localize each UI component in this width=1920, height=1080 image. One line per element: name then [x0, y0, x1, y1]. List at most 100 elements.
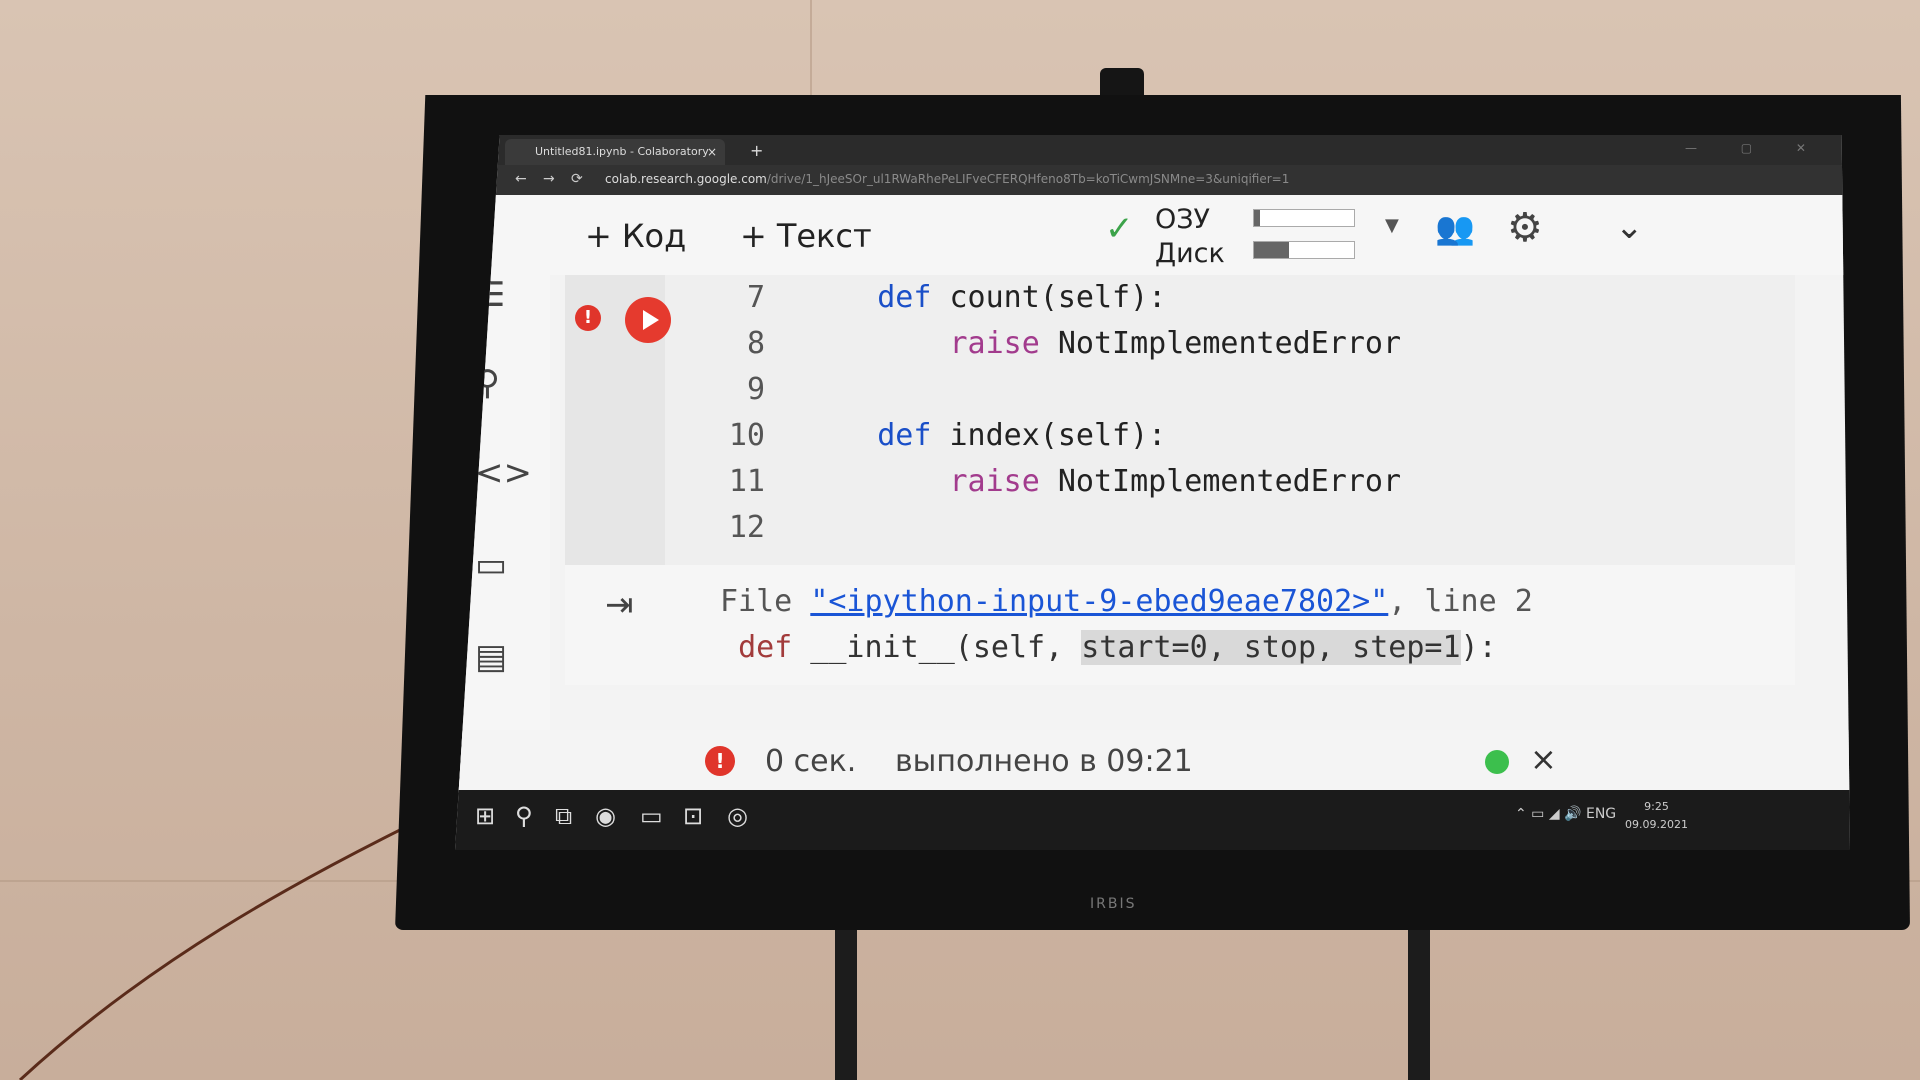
- def-signature: __init__(self,: [792, 630, 1082, 665]
- run-cell-button[interactable]: [625, 297, 671, 343]
- browser-tab-strip: Untitled81.ipynb - Colaboratory × + — ▢ …: [455, 135, 1850, 165]
- windows-start-icon[interactable]: ⊞: [475, 802, 495, 830]
- traceback-code-line: def __init__(self, start=0, stop, step=1…: [720, 625, 1533, 671]
- resource-bars[interactable]: [1253, 209, 1355, 273]
- disk-bar: [1253, 241, 1355, 259]
- resources-dropdown-icon[interactable]: ▼: [1385, 215, 1399, 236]
- new-tab-button[interactable]: +: [750, 141, 763, 160]
- code-text: index(self):: [931, 418, 1167, 453]
- connection-status-dot: [1485, 750, 1509, 774]
- chevron-down-icon[interactable]: ⌄: [1615, 207, 1644, 247]
- share-people-icon[interactable]: 👥: [1435, 209, 1475, 247]
- ram-label: ОЗУ: [1155, 204, 1211, 235]
- file-suffix: , line 2: [1388, 584, 1533, 619]
- tv-brand-logo: IRBIS: [1090, 896, 1137, 912]
- files-folder-icon[interactable]: ▭: [475, 545, 507, 585]
- traceback-text: File "<ipython-input-9-ebed9eae7802>", l…: [720, 579, 1533, 671]
- line-number: 8: [746, 326, 765, 361]
- traceback-file-link[interactable]: "<ipython-input-9-ebed9eae7802>": [810, 584, 1388, 619]
- tab-close-button[interactable]: ×: [707, 139, 717, 165]
- code-snippets-icon[interactable]: <>: [475, 453, 532, 493]
- highlighted-args: start=0, stop, step=1: [1081, 630, 1461, 665]
- tv-stand-leg: [1408, 920, 1430, 1080]
- line-number: 9: [746, 372, 765, 407]
- code-cell[interactable]: ! 7 def count(self): 8 raise NotImplemen…: [565, 275, 1795, 565]
- url-path: /drive/1_hJeeSOr_ul1RWaRhePeLIFveCFERQHf…: [766, 172, 1290, 186]
- keyword: raise: [949, 464, 1040, 499]
- colab-toolbar: + Код + Текст ✓ ОЗУ Диск ▼ 👥 ⚙ ⌄: [455, 195, 1850, 275]
- windows-taskbar: ⊞ ⚲ ⧉ ◉ ▭ ⊡ ◎ ⌃ ▭ ◢ 🔊 ENG 9:25 09.09.202…: [455, 790, 1850, 850]
- code-line: 8 raise NotImplementedError: [705, 321, 1401, 367]
- language-indicator[interactable]: ENG: [1586, 806, 1616, 822]
- def-keyword: def: [738, 630, 793, 665]
- line-number: 12: [728, 510, 765, 545]
- back-icon[interactable]: ←: [515, 171, 527, 187]
- line-number: 10: [728, 418, 765, 453]
- forward-icon[interactable]: →: [543, 171, 555, 187]
- connected-check-icon: ✓: [1105, 209, 1134, 249]
- execution-status-bar: ! 0 сек. выполнено в 09:21 ×: [455, 730, 1850, 790]
- system-tray[interactable]: ⌃ ▭ ◢ 🔊 ENG: [1515, 806, 1616, 822]
- ram-bar: [1253, 209, 1355, 227]
- url-field[interactable]: colab.research.google.com/drive/1_hJeeSO…: [605, 172, 1289, 186]
- keyword: def: [877, 280, 932, 315]
- cell-output: ⇥ File "<ipython-input-9-ebed9eae7802>",…: [565, 565, 1795, 685]
- code-text: count(self):: [931, 280, 1167, 315]
- def-end: ):: [1460, 630, 1497, 665]
- execution-duration: 0 сек.: [765, 744, 857, 779]
- file-explorer-icon[interactable]: ▭: [640, 802, 663, 830]
- status-error-badge: !: [705, 746, 735, 776]
- store-icon[interactable]: ⊡: [683, 802, 703, 830]
- add-text-label: Текст: [776, 217, 872, 255]
- plus-icon: +: [585, 217, 612, 255]
- edge-browser-icon[interactable]: ◉: [595, 802, 616, 830]
- address-bar: ← → ⟳ colab.research.google.com/drive/1_…: [455, 165, 1850, 195]
- chrome-icon[interactable]: ◎: [727, 802, 748, 830]
- file-prefix: File: [720, 584, 811, 619]
- tab-title: Untitled81.ipynb - Colaboratory: [535, 145, 709, 158]
- clear-output-icon[interactable]: ⇥: [605, 585, 634, 625]
- error-badge: !: [575, 305, 601, 331]
- screen: Untitled81.ipynb - Colaboratory × + — ▢ …: [455, 135, 1850, 850]
- execution-completed-time: выполнено в 09:21: [895, 744, 1193, 779]
- line-number: 7: [746, 280, 765, 315]
- add-text-button[interactable]: + Текст: [740, 217, 872, 255]
- ram-bar-fill: [1254, 210, 1260, 226]
- window-controls[interactable]: — ▢ ✕: [1685, 141, 1826, 155]
- code-text: NotImplementedError: [1039, 326, 1402, 361]
- code-text: NotImplementedError: [1039, 464, 1402, 499]
- code-editor[interactable]: 7 def count(self): 8 raise NotImplemente…: [705, 275, 1401, 551]
- url-host: colab.research.google.com: [605, 172, 767, 186]
- plus-icon: +: [740, 217, 767, 255]
- line-number: 11: [728, 464, 765, 499]
- taskbar-search-icon[interactable]: ⚲: [515, 802, 533, 830]
- browser-tab[interactable]: Untitled81.ipynb - Colaboratory ×: [505, 139, 725, 165]
- code-line: 10 def index(self):: [705, 413, 1401, 459]
- code-line: 12: [705, 505, 1401, 551]
- gear-icon[interactable]: ⚙: [1507, 205, 1543, 251]
- resource-labels[interactable]: ОЗУ Диск: [1155, 203, 1225, 271]
- add-code-button[interactable]: + Код: [585, 217, 686, 255]
- taskbar-clock[interactable]: 9:25 09.09.2021: [1625, 798, 1688, 834]
- task-view-icon[interactable]: ⧉: [555, 802, 572, 830]
- close-status-button[interactable]: ×: [1530, 740, 1557, 778]
- clock-date: 09.09.2021: [1625, 818, 1688, 831]
- clock-time: 9:25: [1644, 800, 1669, 813]
- traceback-file-line: File "<ipython-input-9-ebed9eae7802>", l…: [720, 579, 1533, 625]
- disk-label: Диск: [1155, 238, 1225, 269]
- code-line: 9: [705, 367, 1401, 413]
- terminal-icon[interactable]: ▤: [475, 637, 507, 677]
- tv-stand-leg: [835, 920, 857, 1080]
- add-code-label: Код: [621, 217, 687, 255]
- disk-bar-fill: [1254, 242, 1289, 258]
- reload-icon[interactable]: ⟳: [571, 171, 583, 187]
- cable: [18, 828, 400, 1080]
- cell-gutter: !: [565, 275, 671, 565]
- code-line: 7 def count(self):: [705, 275, 1401, 321]
- keyword: def: [877, 418, 932, 453]
- code-line: 11 raise NotImplementedError: [705, 459, 1401, 505]
